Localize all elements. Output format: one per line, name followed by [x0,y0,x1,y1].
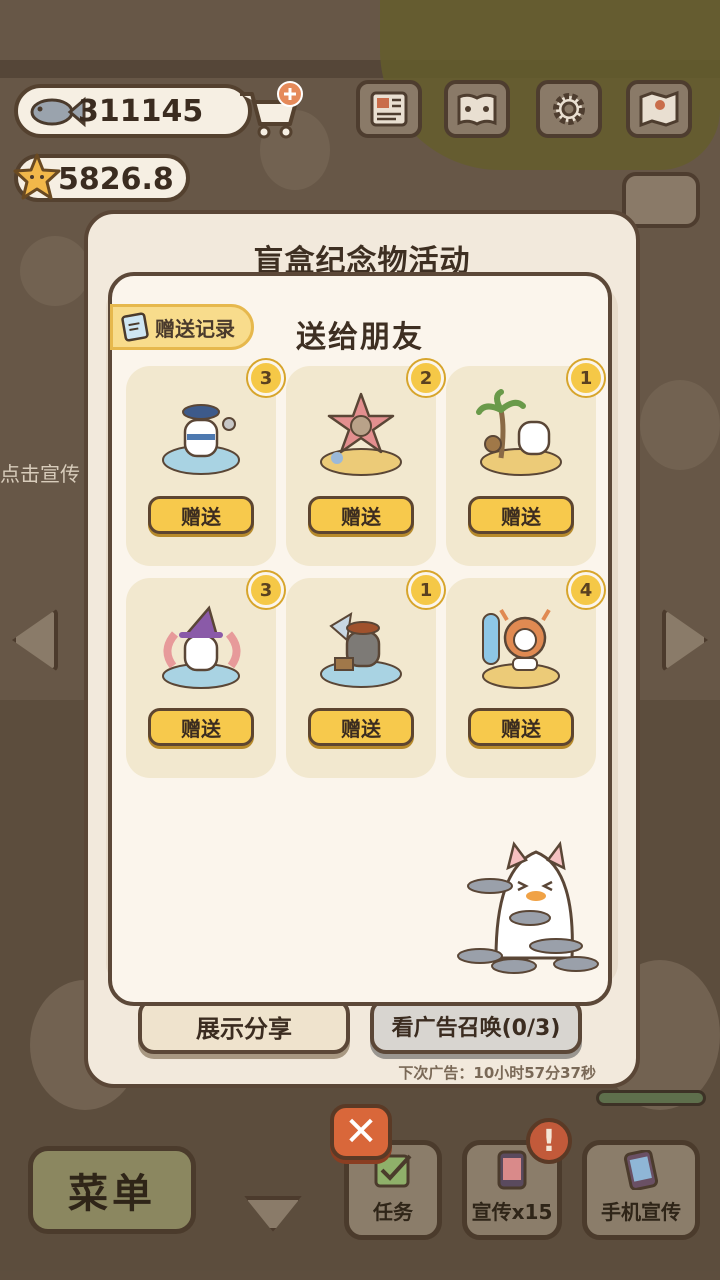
settings-button[interactable] [536,80,602,138]
alert-badge: ! [526,1118,572,1164]
count-badge: 3 [248,360,284,396]
count-badge: 2 [408,360,444,396]
phone-promo-icon [497,1150,527,1190]
fish-currency-display: 311145 [14,84,252,138]
give-button[interactable]: 赠送 [468,708,574,746]
star-icon [13,153,61,200]
palm-island-cat-souvenir-icon [476,389,562,476]
souvenir-card: 3 赠送 [126,360,284,566]
give-button[interactable]: 赠送 [308,496,414,534]
catbook-button[interactable] [444,80,510,138]
progress-bar [596,1090,706,1106]
count-badge: 3 [248,572,284,608]
notepad-icon [121,312,149,342]
fish-count: 311145 [78,94,204,129]
give-button[interactable]: 赠送 [468,496,574,534]
menu-button[interactable]: 菜单 [28,1146,196,1234]
count-badge: 4 [568,572,604,608]
star-count: 5826.8 [58,162,174,197]
starfish-cat-souvenir-icon [320,392,402,476]
souvenir-card: 3 赠送 [126,572,284,778]
souvenir-card: 1 赠送 [286,572,444,778]
souvenir-card: 2 赠送 [286,360,444,566]
newspaper-icon [370,91,408,127]
watch-ad-summon-button[interactable]: 看广告召唤(0/3) [370,998,582,1054]
gift-record-label: 赠送记录 [155,316,235,341]
gift-record-button[interactable]: 赠送记录 [110,304,254,350]
map-button[interactable] [626,80,692,138]
surfer-crab-cat-souvenir-icon [482,608,560,689]
souvenir-card: 4 赠送 [446,572,604,778]
newspaper-button[interactable] [356,80,422,138]
ghost-cat-mascot-icon [457,840,599,974]
fish-icon [30,96,86,128]
promote-label: 宣传x15 [471,1200,553,1224]
star-currency-display: 5826.8 [13,153,190,202]
task-label: 任务 [373,1200,413,1224]
show-share-button[interactable]: 展示分享 [138,998,350,1054]
sailor-cat-souvenir-icon [162,404,240,475]
count-badge: 1 [568,360,604,396]
give-button[interactable]: 赠送 [148,496,254,534]
promo-hint-text: 点击宣传 [0,462,80,486]
give-button[interactable]: 赠送 [308,708,414,746]
souvenir-card: 1 赠送 [446,360,604,566]
layout-toggle-button[interactable] [622,172,700,228]
count-badge: 1 [408,572,444,608]
close-button[interactable]: ✕ [330,1104,392,1160]
next-ad-timer: 下次广告：10小时57分37秒 [398,1064,596,1082]
phone-icon [623,1150,659,1190]
cart-plus-icon[interactable] [236,80,306,142]
paw-book-icon [457,93,497,126]
phone-promote-label: 手机宣传 [601,1200,681,1224]
map-icon [639,90,679,128]
phone-promote-button[interactable]: 手机宣传 [582,1140,700,1240]
give-button[interactable]: 赠送 [148,708,254,746]
gear-icon [553,93,585,125]
pirate-raccoon-souvenir-icon [320,612,402,688]
witch-cat-souvenir-icon [162,605,241,689]
